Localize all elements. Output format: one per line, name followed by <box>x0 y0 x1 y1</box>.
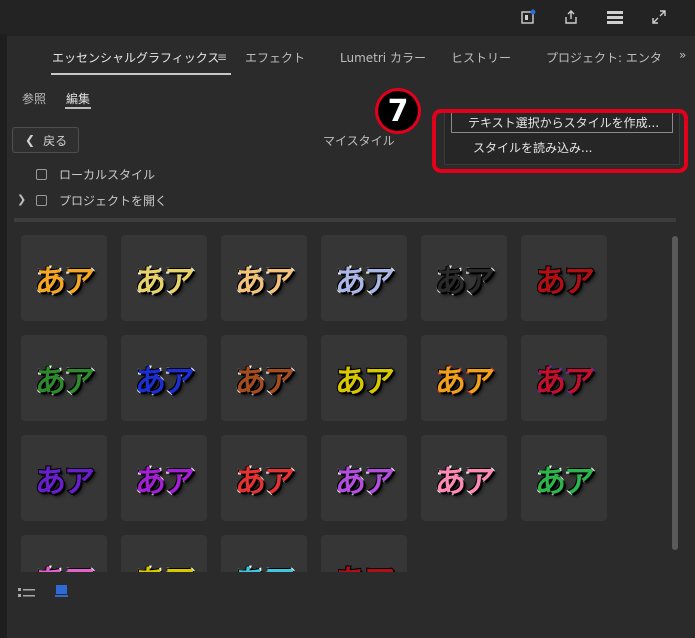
subtab-edit[interactable]: 編集 <box>66 90 90 107</box>
library-title: マイスタイル <box>323 134 395 148</box>
style-preview-text: あア <box>134 363 196 401</box>
scrollbar[interactable] <box>672 236 678 550</box>
style-tile[interactable]: あア <box>421 435 507 521</box>
style-tile[interactable]: あア <box>121 235 207 321</box>
style-tile[interactable]: あア <box>221 535 307 572</box>
step-badge: 7 <box>375 88 421 134</box>
checkbox[interactable] <box>36 168 47 180</box>
tab-project[interactable]: プロジェクト: エンタ <box>546 49 662 66</box>
style-tile[interactable]: あア <box>21 435 107 521</box>
open-project-row[interactable]: プロジェクトを開く <box>20 191 167 209</box>
style-preview-text: あア <box>534 363 596 401</box>
panel-tabs: エッセンシャルグラフィックス ≡ エフェクト Lumetri カラー ヒストリー… <box>7 36 695 76</box>
thumbnail-view-icon[interactable] <box>55 583 69 602</box>
style-tile[interactable]: あア <box>21 235 107 321</box>
workspace-panel-icon[interactable] <box>517 6 539 28</box>
tab-lumetri-color[interactable]: Lumetri カラー <box>340 49 426 66</box>
panel-edge <box>0 34 7 638</box>
style-preview-text: あア <box>234 263 296 301</box>
style-preview-text: あア <box>134 463 196 501</box>
share-icon[interactable] <box>560 6 582 28</box>
style-preview-text: あア <box>434 263 496 301</box>
local-styles-row[interactable]: ローカルスタイル <box>20 165 155 183</box>
more-tabs-icon[interactable]: » <box>679 48 686 62</box>
style-preview-text: あア <box>34 463 96 501</box>
style-preview-text: あア <box>334 363 396 401</box>
style-tile[interactable]: あア <box>521 235 607 321</box>
style-preview-text: あア <box>434 463 496 501</box>
tab-essential-graphics[interactable]: エッセンシャルグラフィックス <box>52 49 219 66</box>
style-tile[interactable]: あア <box>421 335 507 421</box>
style-preview-text: あア <box>34 263 96 301</box>
subtab-browse[interactable]: 参照 <box>22 90 46 107</box>
style-tile[interactable]: あア <box>121 335 207 421</box>
style-tile[interactable]: あア <box>121 435 207 521</box>
style-preview-text: あア <box>334 263 396 301</box>
checkbox[interactable] <box>36 194 47 206</box>
style-preview-text: あア <box>434 363 496 401</box>
list-view-icon[interactable] <box>18 584 36 603</box>
bottom-bar <box>7 572 695 638</box>
style-preview-text: あア <box>34 363 96 401</box>
style-preview-text: あア <box>234 556 296 573</box>
open-project-label: プロジェクトを開く <box>59 193 168 208</box>
style-tile[interactable]: あア <box>521 435 607 521</box>
style-tile[interactable]: あア <box>321 335 407 421</box>
style-preview-text: あア <box>334 463 396 501</box>
active-tab-indicator <box>51 73 231 75</box>
style-preview-text: あア <box>234 463 296 501</box>
chevron-left-icon: ❮ <box>25 133 36 147</box>
style-tile[interactable]: あア <box>21 335 107 421</box>
top-toolbar <box>0 0 695 34</box>
tab-effects[interactable]: エフェクト <box>245 49 305 66</box>
style-preview-text: あア <box>134 556 196 573</box>
style-preview-text: あア <box>234 363 296 401</box>
back-label: 戻る <box>43 133 68 148</box>
style-tile[interactable]: あア <box>121 535 207 572</box>
divider <box>14 218 676 222</box>
style-preview-text: あア <box>34 556 96 573</box>
tab-history[interactable]: ヒストリー <box>451 49 511 66</box>
local-styles-label: ローカルスタイル <box>59 167 156 182</box>
style-preview-text: あア <box>134 263 196 301</box>
style-tile[interactable]: あア <box>321 235 407 321</box>
style-tile[interactable]: あア <box>221 235 307 321</box>
style-tile[interactable]: あア <box>521 335 607 421</box>
expand-icon[interactable] <box>648 6 670 28</box>
style-tile[interactable]: あア <box>321 535 407 572</box>
step-number: 7 <box>378 91 418 131</box>
style-tile[interactable]: あア <box>21 535 107 572</box>
style-preview-text: あア <box>534 463 596 501</box>
highlight-frame <box>432 109 688 173</box>
style-preview-text: あア <box>334 556 396 573</box>
style-tile[interactable]: あア <box>321 435 407 521</box>
settings-sliders-icon[interactable] <box>604 6 626 28</box>
style-tile[interactable]: あア <box>221 435 307 521</box>
style-tile[interactable]: あア <box>421 235 507 321</box>
style-preview-text: あア <box>534 263 596 301</box>
subtab-indicator <box>65 107 91 109</box>
style-grid: あアあアあアあアあアあアあアあアあアあアあアあアあアあアあアあアあアあアあアあア… <box>14 234 666 572</box>
panel-menu-icon[interactable]: ≡ <box>217 50 227 64</box>
style-tile[interactable]: あア <box>221 335 307 421</box>
back-button[interactable]: ❮ 戻る <box>12 127 79 153</box>
